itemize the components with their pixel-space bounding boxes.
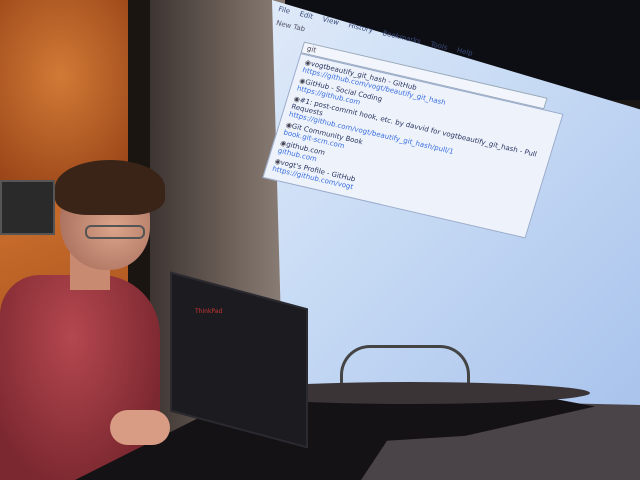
laptop-logo: ThinkPad (195, 308, 223, 315)
menu-history[interactable]: History (347, 21, 374, 34)
menu-file[interactable]: File (277, 5, 291, 15)
menu-edit[interactable]: Edit (298, 10, 314, 21)
menu-view[interactable]: View (321, 15, 340, 26)
cable (340, 345, 470, 385)
presenter-sweater (0, 275, 160, 480)
wall-panel (0, 180, 55, 235)
glasses (85, 225, 145, 239)
menu-help[interactable]: Help (456, 46, 474, 57)
menu-tools[interactable]: Tools (429, 40, 448, 52)
presenter-hand (110, 410, 170, 445)
presenter-hair (55, 160, 165, 215)
